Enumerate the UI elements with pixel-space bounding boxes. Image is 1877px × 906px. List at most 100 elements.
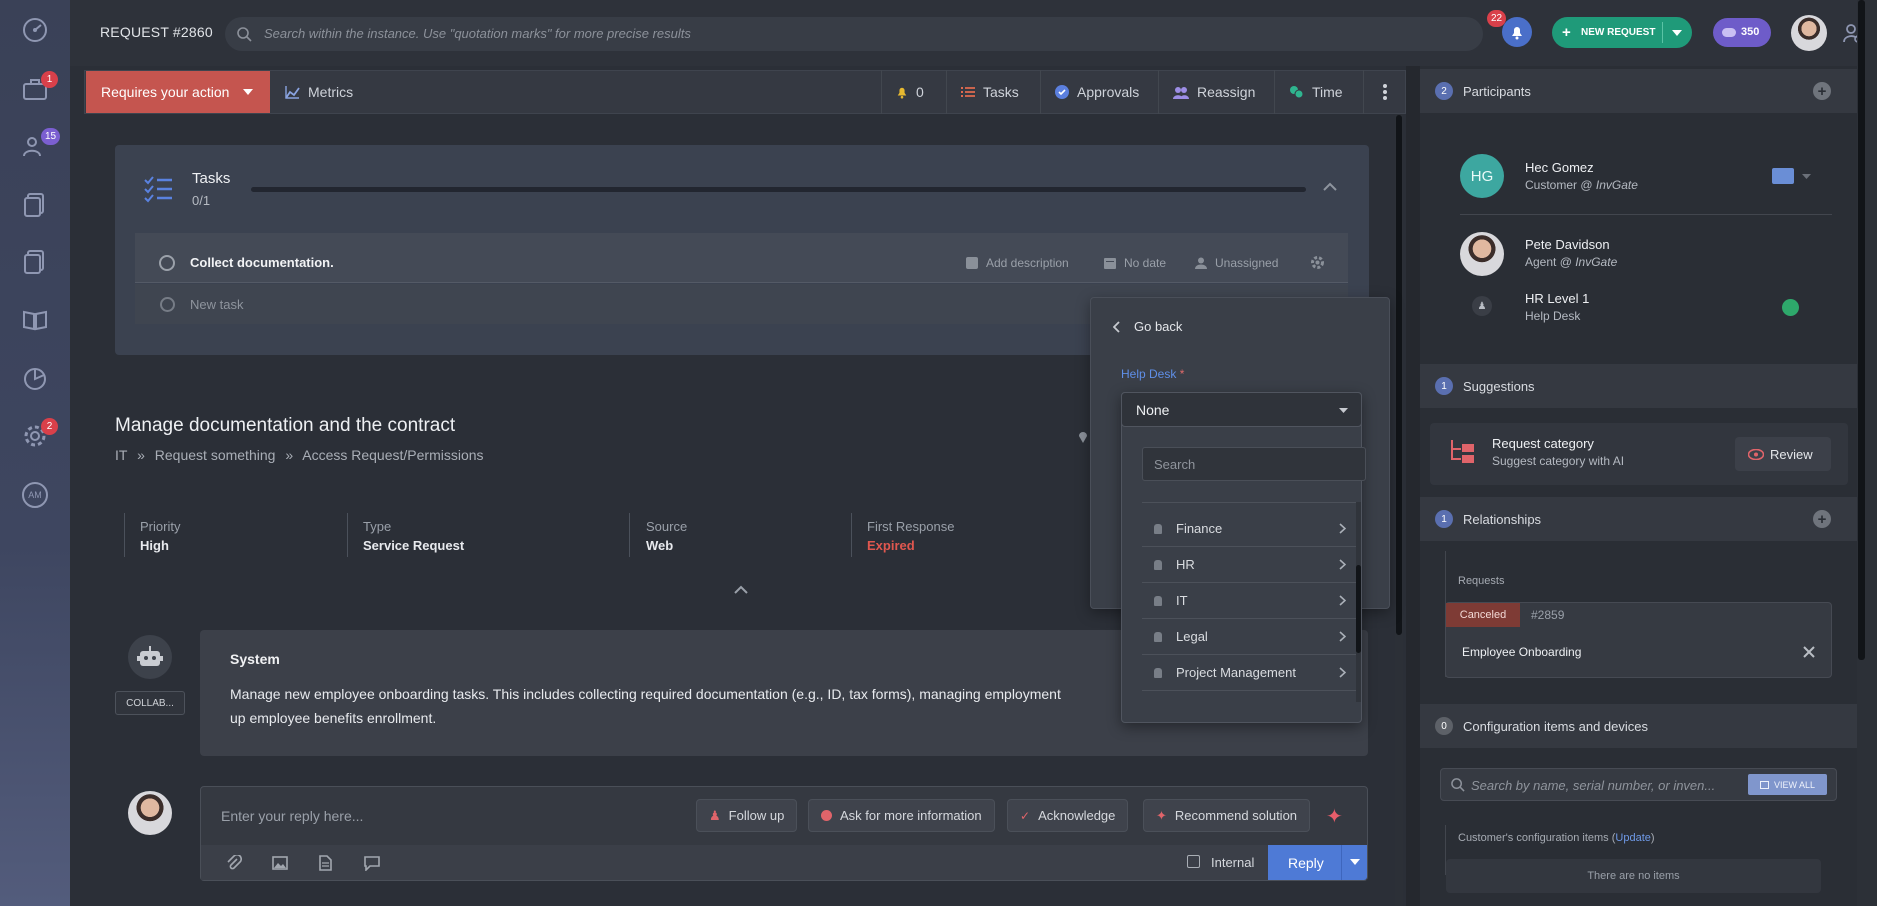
ask-info-button[interactable]: Ask for more information [808, 799, 995, 832]
internal-checkbox[interactable] [1187, 855, 1200, 868]
reply-button[interactable]: Reply [1268, 845, 1367, 880]
calendar-icon [1104, 258, 1116, 269]
alerts-tab[interactable]: 0 [881, 70, 938, 114]
review-button[interactable]: Review [1735, 437, 1831, 471]
option-label: IT [1176, 593, 1188, 608]
config-items-title: Configuration items and devices [1463, 718, 1648, 734]
approvals-tab[interactable]: Approvals [1040, 70, 1153, 114]
source-value: Web [646, 538, 674, 553]
chevron-up-icon[interactable] [1323, 182, 1337, 191]
add-participant-button[interactable]: + [1813, 82, 1831, 100]
help-desk-search-input[interactable]: Search [1142, 447, 1366, 481]
new-request-button[interactable]: + NEW REQUEST [1552, 17, 1692, 48]
metrics-tab[interactable]: Metrics [271, 70, 367, 114]
chevron-up-icon[interactable] [733, 584, 749, 594]
dropdown-option-project-management[interactable]: Project Management [1142, 655, 1360, 691]
caret-down-icon[interactable] [1802, 174, 1811, 179]
task-assignee-button[interactable]: Unassigned [1195, 256, 1278, 270]
comment-icon[interactable] [364, 856, 380, 871]
reply-label: Reply [1288, 855, 1324, 871]
time-tab[interactable]: Time [1274, 70, 1357, 114]
asset-management-icon[interactable]: AM [20, 480, 50, 510]
lock-icon [1154, 667, 1162, 678]
acknowledge-button[interactable]: ✓ Acknowledge [1007, 799, 1129, 832]
requests-icon[interactable]: 1 [20, 71, 58, 104]
relationships-group-label: Requests [1458, 575, 1505, 587]
image-icon[interactable] [272, 856, 288, 870]
tasks-label: Tasks [983, 84, 1019, 100]
tasks-tab[interactable]: Tasks [946, 70, 1033, 114]
help-desk-label: Help Desk * [1121, 367, 1184, 381]
more-options-button[interactable] [1363, 70, 1406, 114]
dropdown-option-finance[interactable]: Finance [1142, 511, 1360, 547]
dropdown-option-hr[interactable]: HR [1142, 547, 1360, 583]
reassign-tab[interactable]: Reassign [1158, 70, 1269, 114]
participant-name[interactable]: Pete Davidson [1525, 237, 1610, 252]
approvals-label: Approvals [1077, 84, 1140, 100]
new-task-input[interactable]: New task [190, 297, 243, 312]
update-link[interactable]: Update [1615, 832, 1650, 844]
go-back-button[interactable]: Go back [1113, 319, 1182, 334]
dropdown-option-it[interactable]: IT [1142, 583, 1360, 619]
alerts-count: 0 [916, 84, 924, 100]
follow-up-button[interactable]: ♟ Follow up [696, 799, 798, 832]
documents-icon[interactable] [20, 190, 50, 220]
breadcrumb-item[interactable]: Access Request/Permissions [302, 447, 483, 463]
task-date-button[interactable]: No date [1104, 256, 1166, 270]
document-icon[interactable] [319, 855, 332, 871]
view-all-button[interactable]: VIEW ALL [1748, 774, 1827, 795]
chevron-down-icon [1350, 859, 1360, 865]
related-request-title[interactable]: Employee Onboarding [1462, 645, 1581, 659]
breadcrumb-item[interactable]: IT [115, 447, 127, 463]
task-checkbox[interactable] [159, 255, 175, 271]
sparkle-icon: ✦ [1156, 807, 1167, 823]
users-badge: 15 [41, 128, 61, 145]
page-scrollbar-thumb[interactable] [1858, 0, 1865, 660]
notifications-button[interactable] [1502, 17, 1532, 47]
option-label: Legal [1176, 629, 1208, 644]
caret-down-icon [1339, 408, 1348, 413]
global-search-input[interactable]: Search within the instance. Use "quotati… [225, 17, 1483, 51]
ask-info-label: Ask for more information [840, 808, 982, 823]
review-label: Review [1770, 446, 1813, 462]
robot-icon [137, 646, 163, 666]
customer-config-label-text: Customer's configuration items ( [1458, 832, 1616, 844]
required-marker: * [1179, 367, 1185, 381]
settings-icon[interactable]: 2 [20, 418, 58, 451]
breadcrumb-item[interactable]: Request something [155, 447, 276, 463]
dropdown-scrollbar-thumb[interactable] [1356, 565, 1361, 653]
credits-pill[interactable]: 350 [1713, 18, 1771, 47]
add-description-button[interactable]: Add description [966, 256, 1069, 270]
users-icon[interactable]: 15 [20, 128, 61, 161]
dropdown-option-legal[interactable]: Legal [1142, 619, 1360, 655]
lock-icon [1154, 595, 1162, 606]
reply-input[interactable]: Enter your reply here... [221, 808, 363, 824]
add-relationship-button[interactable]: + [1813, 510, 1831, 528]
participant-role: Customer @ InvGate [1525, 178, 1638, 192]
close-icon[interactable] [1802, 645, 1816, 659]
help-desk-selected: None [1136, 402, 1170, 418]
participant-name[interactable]: Hec Gomez [1525, 160, 1594, 175]
knowledge-base-icon[interactable] [20, 305, 50, 335]
paperclip-icon[interactable] [226, 855, 242, 871]
help-desk-select[interactable]: None [1121, 392, 1362, 427]
recommend-solution-label: Recommend solution [1174, 808, 1298, 823]
dashboard-icon[interactable] [20, 15, 50, 45]
participant-role: Agent @ InvGate [1525, 255, 1617, 269]
plus-icon: + [1562, 24, 1571, 41]
main-scrollbar-thumb[interactable] [1396, 115, 1402, 635]
recommend-solution-button[interactable]: ✦ Recommend solution [1143, 799, 1311, 832]
participant-name[interactable]: HR Level 1 [1525, 291, 1589, 306]
request-id: REQUEST #2860 [100, 24, 213, 40]
requires-action-dropdown[interactable]: Requires your action [86, 71, 270, 113]
gear-icon[interactable] [1310, 255, 1325, 270]
copies-icon[interactable] [20, 247, 50, 277]
user-avatar[interactable] [1791, 15, 1827, 51]
am-label: AM [22, 482, 48, 508]
contact-card-icon[interactable] [1772, 168, 1794, 184]
reports-icon[interactable] [20, 364, 50, 394]
ai-sparkle-button[interactable]: ✦ [1326, 804, 1343, 829]
check-circle-icon [1055, 85, 1069, 99]
chevron-right-icon [1339, 523, 1346, 534]
task-name[interactable]: Collect documentation. [190, 255, 334, 270]
